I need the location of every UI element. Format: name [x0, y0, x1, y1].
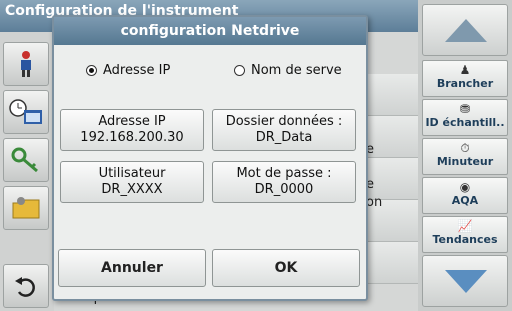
- aqa-label: AQA: [451, 194, 479, 207]
- cancel-button[interactable]: Annuler: [58, 249, 206, 287]
- down-arrow-icon: [445, 270, 487, 293]
- aqa-icon: ◉: [459, 180, 471, 194]
- id-sample-button[interactable]: ⛃ ID échantill..: [422, 99, 508, 136]
- password-field[interactable]: Mot de passe : DR_0000: [212, 161, 356, 203]
- data-folder-label: Dossier données :: [225, 114, 343, 129]
- scroll-up-button[interactable]: [422, 4, 508, 56]
- data-folder-value: DR_Data: [255, 130, 313, 145]
- password-value: DR_0000: [254, 182, 314, 197]
- dialog-title: configuration Netdrive: [54, 17, 366, 45]
- scroll-down-button[interactable]: [422, 255, 508, 307]
- trend-chart-icon: 📈: [457, 219, 473, 233]
- trends-label: Tendances: [432, 233, 498, 246]
- radio-server-label: Nom de serve: [251, 63, 342, 78]
- radio-ip-label: Adresse IP: [103, 63, 171, 78]
- back-button[interactable]: [3, 264, 49, 308]
- brancher-label: Brancher: [436, 77, 494, 90]
- data-folder-field[interactable]: Dossier données : DR_Data: [212, 109, 356, 151]
- folder-settings-icon[interactable]: [3, 186, 49, 230]
- timer-label: Minuteur: [436, 155, 494, 168]
- operator-icon[interactable]: [3, 42, 49, 86]
- ip-address-field[interactable]: Adresse IP 192.168.200.30: [60, 109, 204, 151]
- up-arrow-icon: [445, 19, 487, 42]
- radio-unselected-indicator: [234, 65, 245, 76]
- ip-address-value: 192.168.200.30: [80, 130, 184, 145]
- key-icon[interactable]: [3, 138, 49, 182]
- right-toolbar: ♟ Brancher ⛃ ID échantill.. ⏱ Minuteur ◉…: [418, 0, 512, 311]
- ok-button[interactable]: OK: [212, 249, 360, 287]
- user-label: Utilisateur: [98, 166, 166, 181]
- back-arrow-icon: [15, 277, 35, 297]
- id-sample-label: ID échantill..: [425, 116, 505, 129]
- radio-selected-indicator: [86, 65, 97, 76]
- clock-calendar-icon[interactable]: [3, 90, 49, 134]
- user-field[interactable]: Utilisateur DR_XXXX: [60, 161, 204, 203]
- sample-vial-icon: ⛃: [459, 102, 471, 116]
- radio-server-name[interactable]: Nom de serve: [234, 63, 342, 78]
- background-text: on: [366, 195, 383, 210]
- password-label: Mot de passe :: [236, 166, 332, 181]
- timer-button[interactable]: ⏱ Minuteur: [422, 138, 508, 175]
- netdrive-dialog: configuration Netdrive Adresse IP Nom de…: [52, 15, 368, 301]
- trends-button[interactable]: 📈 Tendances: [422, 216, 508, 253]
- user-value: DR_XXXX: [101, 182, 163, 197]
- person-icon: ♟: [459, 63, 471, 77]
- timer-icon: ⏱: [460, 141, 470, 155]
- radio-ip-address[interactable]: Adresse IP: [86, 63, 170, 78]
- ip-address-label: Adresse IP: [98, 114, 166, 129]
- brancher-button[interactable]: ♟ Brancher: [422, 60, 508, 97]
- aqa-button[interactable]: ◉ AQA: [422, 177, 508, 214]
